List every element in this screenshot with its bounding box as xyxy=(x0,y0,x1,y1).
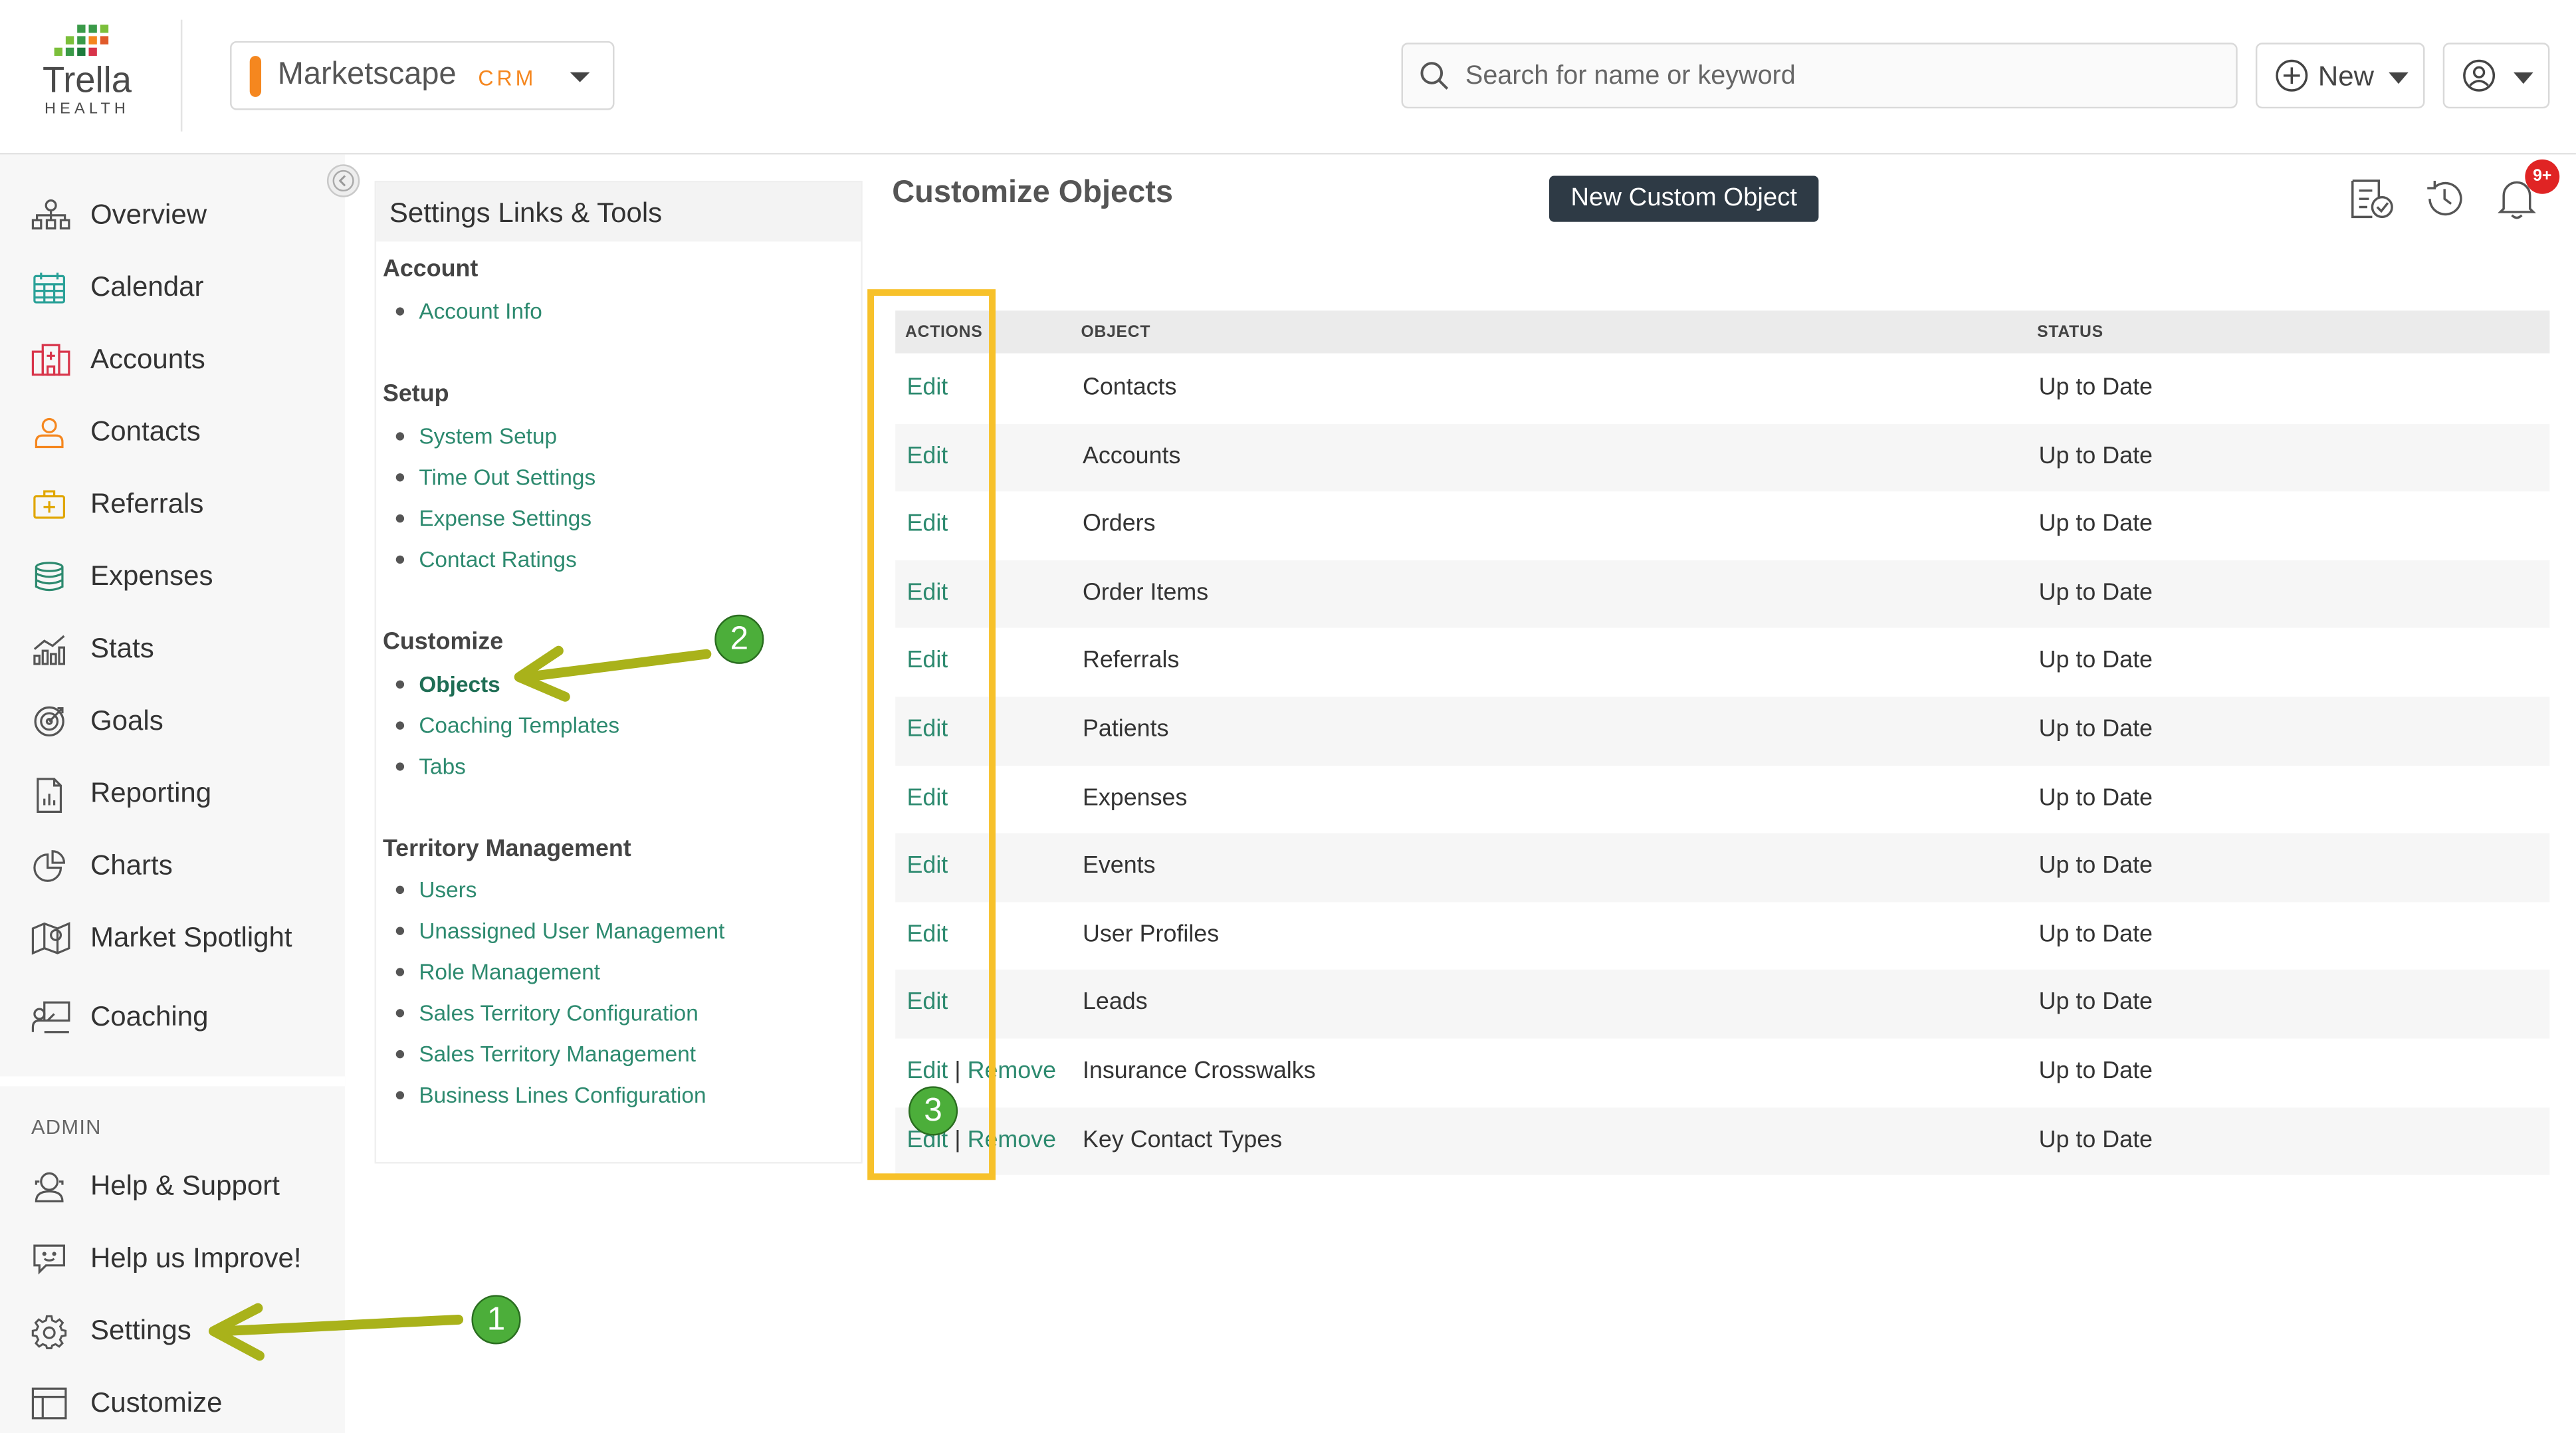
step-marker-3: 3 xyxy=(908,1086,958,1136)
step-marker-1: 1 xyxy=(471,1295,521,1345)
step-marker-2: 2 xyxy=(714,614,764,664)
annotation-arrows xyxy=(208,645,712,1361)
app-window: Trella HEALTH Marketscape CRM New Over xyxy=(0,0,2576,1433)
arrow-to-settings xyxy=(218,1315,464,1337)
